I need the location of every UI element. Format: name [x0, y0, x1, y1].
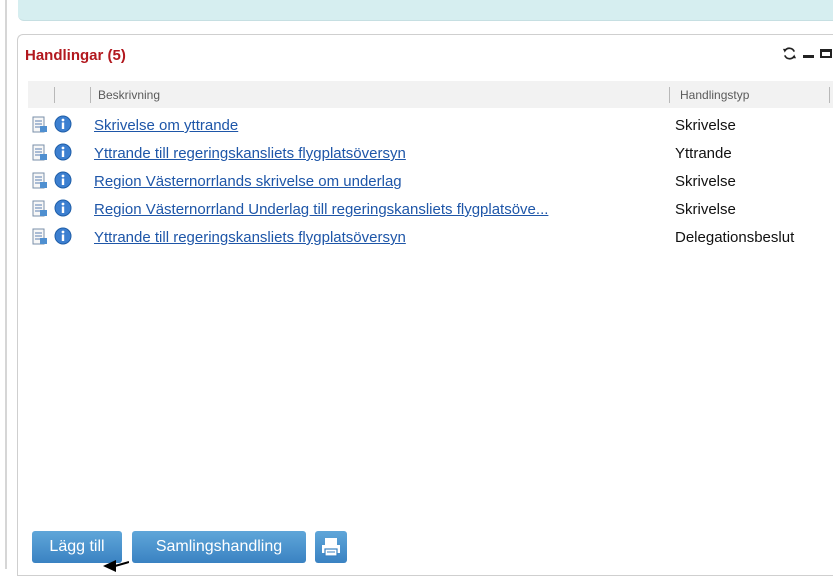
table-row[interactable]: Region Västernorrlands skrivelse om unde… — [28, 167, 833, 195]
add-button[interactable]: Lägg till — [32, 531, 122, 563]
document-link[interactable]: Region Västernorrland Underlag till rege… — [94, 201, 664, 218]
panel-toolbar — [782, 43, 832, 63]
print-icon — [322, 538, 340, 557]
table-row[interactable]: Yttrande till regeringskansliets flygpla… — [28, 223, 833, 251]
cursor-arrow-icon — [103, 560, 129, 572]
document-type: Skrivelse — [675, 117, 736, 134]
document-icon[interactable] — [31, 228, 48, 245]
document-link[interactable]: Yttrande till regeringskansliets flygpla… — [94, 229, 664, 246]
left-divider — [5, 0, 7, 569]
top-panel-edge — [18, 0, 833, 21]
info-icon[interactable] — [54, 115, 72, 133]
document-link[interactable]: Region Västernorrlands skrivelse om unde… — [94, 173, 664, 190]
table-row[interactable]: Region Västernorrland Underlag till rege… — [28, 195, 833, 223]
document-link[interactable]: Yttrande till regeringskansliets flygpla… — [94, 145, 664, 162]
document-type: Skrivelse — [675, 201, 736, 218]
column-separator[interactable] — [829, 87, 830, 103]
document-icon[interactable] — [31, 116, 48, 133]
document-type: Delegationsbeslut — [675, 229, 795, 246]
column-separator[interactable] — [669, 87, 670, 103]
table-row[interactable]: Yttrande till regeringskansliets flygpla… — [28, 139, 833, 167]
documents-panel: Handlingar (5) Beskrivning Handlingstyp … — [17, 34, 833, 576]
info-icon[interactable] — [54, 227, 72, 245]
minimize-icon[interactable] — [803, 54, 814, 58]
panel-title: Handlingar (5) — [25, 47, 126, 64]
info-icon[interactable] — [54, 143, 72, 161]
collection-document-button[interactable]: Samlingshandling — [132, 531, 306, 563]
document-icon[interactable] — [31, 200, 48, 217]
document-icon[interactable] — [31, 144, 48, 161]
column-header-description[interactable]: Beskrivning — [98, 88, 160, 102]
document-type: Skrivelse — [675, 173, 736, 190]
table-header: Beskrivning Handlingstyp — [28, 81, 833, 108]
column-header-type[interactable]: Handlingstyp — [680, 88, 749, 102]
info-icon[interactable] — [54, 171, 72, 189]
column-separator[interactable] — [90, 87, 91, 103]
table-row[interactable]: Skrivelse om yttrande Skrivelse — [28, 111, 833, 139]
maximize-icon[interactable] — [820, 48, 832, 58]
refresh-icon[interactable] — [782, 46, 797, 61]
print-button[interactable] — [315, 531, 347, 563]
document-link[interactable]: Skrivelse om yttrande — [94, 117, 664, 134]
info-icon[interactable] — [54, 199, 72, 217]
document-type: Yttrande — [675, 145, 732, 162]
column-separator[interactable] — [54, 87, 55, 103]
document-icon[interactable] — [31, 172, 48, 189]
